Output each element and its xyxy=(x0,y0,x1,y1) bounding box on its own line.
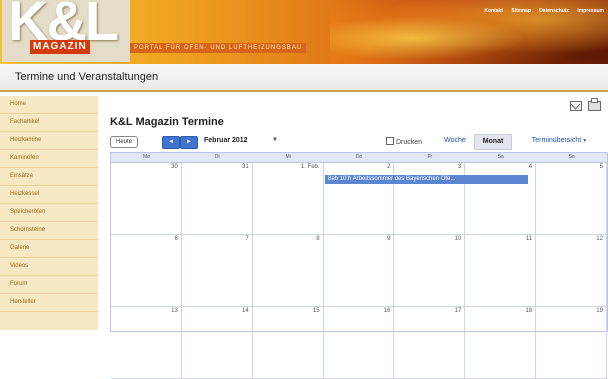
day-cell[interactable]: 1. Feb. xyxy=(252,163,324,235)
mail-icon[interactable] xyxy=(570,101,582,111)
chevron-down-icon[interactable]: ▼ xyxy=(272,137,278,143)
top-navigation: Kontakt Sitemap Datenschutz Impressum xyxy=(477,8,604,14)
tab-terminuebersicht-label: Terminübersicht xyxy=(531,137,582,144)
tab-monat[interactable]: Monat xyxy=(474,134,512,150)
sidebar-item-heizkessel[interactable]: Heizkessel xyxy=(0,186,98,204)
site-header: K&L MAGAZIN PORTAL FÜR OFEN- UND LUFTHEI… xyxy=(0,0,608,64)
sidebar-item-heizkamine[interactable]: Heizkamine xyxy=(0,132,98,150)
tab-terminuebersicht[interactable]: Terminübersicht ▾ xyxy=(514,134,604,148)
weekday-label: Mo xyxy=(142,154,150,160)
day-number: 4 xyxy=(528,164,533,170)
day-number: 12 xyxy=(596,236,603,242)
tab-woche[interactable]: Woche xyxy=(438,134,472,148)
weekday-label: Mi xyxy=(285,154,291,160)
day-cell[interactable]: 12 xyxy=(536,235,607,307)
day-number: 16 xyxy=(383,308,391,314)
sidebar: Home Fachartikel Heizkamine Kaminöfen Ei… xyxy=(0,96,98,330)
topnav-kontakt[interactable]: Kontakt xyxy=(484,8,503,14)
day-cell[interactable]: 9 xyxy=(323,235,395,307)
day-cell[interactable]: 7 xyxy=(181,235,253,307)
day-number: 14 xyxy=(242,308,249,314)
day-number: 6 xyxy=(174,236,178,242)
print-icon[interactable] xyxy=(588,98,601,111)
arrow-right-icon[interactable]: ► xyxy=(180,136,198,149)
weekday-label: Do xyxy=(355,154,363,160)
sidebar-item-einsaetze[interactable]: Einsätze xyxy=(0,168,98,186)
section-title-bar: Termine und Veranstaltungen xyxy=(0,64,608,92)
day-number: 19 xyxy=(596,308,603,314)
day-number: 17 xyxy=(454,308,462,314)
today-button[interactable]: Heute xyxy=(110,136,139,148)
day-cell[interactable]: 6 xyxy=(111,235,182,307)
calendar-event[interactable]: 8ab 10:h Arbeitssommer des Bayerischen O… xyxy=(325,175,528,184)
day-number: 7 xyxy=(245,236,249,242)
day-cell[interactable]: 11 xyxy=(465,235,537,307)
month-grid: Mo Di Mi Do Fr Sa So 30 31 1. Feb. 2 3 4 5 6 7 8 9 10 11 12… xyxy=(110,152,608,379)
sidebar-item-speicheroefen[interactable]: Speicheröfen xyxy=(0,204,98,222)
site-tagline: PORTAL FÜR OFEN- UND LUFTHEIZUNGSBAU xyxy=(130,43,307,53)
day-cell[interactable]: 17 xyxy=(394,307,466,379)
sidebar-item-videos[interactable]: Videos xyxy=(0,258,98,276)
day-cell[interactable]: 13 xyxy=(111,307,182,379)
print-small-icon xyxy=(386,137,394,145)
day-number: 9 xyxy=(387,236,391,242)
day-cell[interactable]: 15 xyxy=(252,307,324,379)
day-number: 13 xyxy=(171,308,178,314)
main-content: K&L Magazin Termine Heute ◄ ► Februar 20… xyxy=(100,96,608,379)
day-number: 3 xyxy=(457,164,462,170)
day-number: 31 xyxy=(242,164,249,170)
month-label: Februar 2012 xyxy=(204,137,248,144)
day-number: 30 xyxy=(171,164,178,170)
day-cell[interactable]: 10 xyxy=(394,235,466,307)
day-number: 8 xyxy=(316,236,320,242)
day-number: 5 xyxy=(599,164,603,170)
day-cell[interactable]: 18 xyxy=(465,307,537,379)
sidebar-item-forum[interactable]: Forum xyxy=(0,276,98,294)
sidebar-item-kaminoefen[interactable]: Kaminöfen xyxy=(0,150,98,168)
logo-subtext: MAGAZIN xyxy=(30,40,90,54)
day-cell[interactable]: 19 xyxy=(536,307,607,379)
day-cell[interactable]: 5 xyxy=(536,163,607,235)
day-number: 1. Feb. xyxy=(300,164,320,170)
arrow-left-icon[interactable]: ◄ xyxy=(162,136,180,149)
day-cell[interactable]: 14 xyxy=(181,307,253,379)
tab-dropdown-icon: ▾ xyxy=(583,138,587,144)
day-cell[interactable]: 2 xyxy=(323,163,395,235)
print-label: Drucken xyxy=(396,139,423,146)
day-cell[interactable]: 16 xyxy=(323,307,395,379)
day-cell[interactable]: 4 xyxy=(465,163,537,235)
topnav-datenschutz[interactable]: Datenschutz xyxy=(539,8,569,14)
day-number: 2 xyxy=(387,164,391,170)
day-number: 10 xyxy=(454,236,462,242)
weekday-label: Di xyxy=(214,154,220,160)
section-title: Termine und Veranstaltungen xyxy=(15,71,159,83)
sidebar-item-hersteller[interactable]: Hersteller xyxy=(0,294,98,312)
topnav-sitemap[interactable]: Sitemap xyxy=(511,8,530,14)
day-cell[interactable]: 30 xyxy=(111,163,182,235)
day-number: 18 xyxy=(525,308,533,314)
topnav-impressum[interactable]: Impressum xyxy=(577,8,604,14)
weekday-header-row: Mo Di Mi Do Fr Sa So xyxy=(111,153,607,163)
calendar-title: K&L Magazin Termine xyxy=(110,116,224,128)
print-button[interactable]: Drucken xyxy=(386,137,422,146)
site-logo[interactable]: K&L MAGAZIN xyxy=(2,0,130,62)
day-cell[interactable]: 8 xyxy=(252,235,324,307)
day-cell[interactable]: 3 xyxy=(394,163,466,235)
day-number: 15 xyxy=(312,308,320,314)
sidebar-item-galerie[interactable]: Galerie xyxy=(0,240,98,258)
sidebar-item-schornsteine[interactable]: Schornsteine xyxy=(0,222,98,240)
day-number: 11 xyxy=(525,236,533,242)
sidebar-item-home[interactable]: Home xyxy=(0,96,98,114)
weekday-label: Sa xyxy=(497,154,504,160)
weekday-label: Fr xyxy=(427,154,433,160)
weekday-label: So xyxy=(568,154,575,160)
day-cell[interactable]: 31 xyxy=(181,163,253,235)
sidebar-item-fachartikel[interactable]: Fachartikel xyxy=(0,114,98,132)
